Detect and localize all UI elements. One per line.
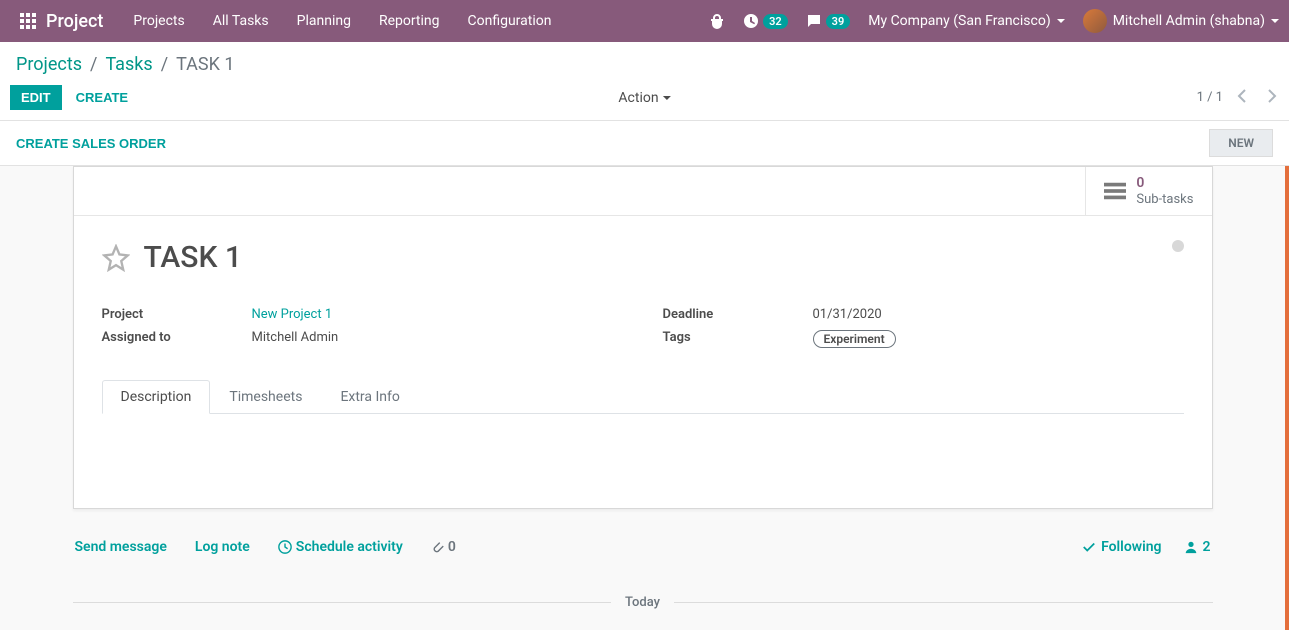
tab-extra-info[interactable]: Extra Info (321, 380, 418, 413)
activity-icon[interactable]: 32 (743, 13, 788, 29)
tab-content-description (102, 414, 1184, 484)
assigned-value: Mitchell Admin (252, 330, 339, 345)
following-button[interactable]: Following (1082, 539, 1161, 555)
pager-text[interactable]: 1 / 1 (1197, 90, 1223, 105)
breadcrumb: Projects / Tasks / TASK 1 (0, 42, 1289, 79)
top-navbar: Project Projects All Tasks Planning Repo… (0, 0, 1289, 42)
assigned-label: Assigned to (102, 330, 252, 345)
breadcrumb-tasks[interactable]: Tasks (105, 54, 152, 75)
priority-star-icon[interactable] (102, 244, 130, 272)
attachments-count: 0 (448, 539, 456, 555)
user-menu[interactable]: Mitchell Admin (shabna) (1083, 9, 1279, 33)
activity-badge: 32 (763, 14, 788, 29)
kanban-state-icon[interactable] (1172, 240, 1184, 252)
today-divider: Today (73, 595, 1213, 610)
subtasks-label: Sub-tasks (1136, 192, 1193, 208)
subtasks-icon (1104, 182, 1126, 200)
apps-icon[interactable] (10, 13, 46, 29)
chatter: Send message Log note Schedule activity … (73, 529, 1213, 610)
edit-button[interactable]: EDIT (10, 85, 62, 110)
breadcrumb-current: TASK 1 (176, 54, 234, 75)
project-label: Project (102, 307, 252, 322)
main-area: 0 Sub-tasks TASK 1 Project New Project 1 (0, 166, 1289, 630)
tab-timesheets[interactable]: Timesheets (210, 380, 321, 413)
control-panel: Projects / Tasks / TASK 1 EDIT CREATE Ac… (0, 42, 1289, 121)
debug-icon[interactable] (709, 13, 725, 29)
form-sheet: 0 Sub-tasks TASK 1 Project New Project 1 (73, 166, 1213, 509)
nav-item-projects[interactable]: Projects (133, 13, 184, 29)
action-label: Action (618, 90, 658, 106)
pager-prev-icon[interactable] (1235, 88, 1251, 108)
nav-item-all-tasks[interactable]: All Tasks (213, 13, 269, 29)
deadline-value: 01/31/2020 (813, 307, 882, 322)
task-title: TASK 1 (144, 240, 242, 275)
stage-new[interactable]: NEW (1209, 129, 1273, 157)
user-avatar (1083, 9, 1107, 33)
action-dropdown[interactable]: Action (618, 90, 670, 106)
nav-item-planning[interactable]: Planning (297, 13, 351, 29)
caret-down-icon (663, 96, 671, 100)
nav-menu: Projects All Tasks Planning Reporting Co… (133, 13, 551, 29)
subtasks-count: 0 (1136, 175, 1193, 192)
deadline-label: Deadline (663, 307, 813, 322)
messaging-badge: 39 (826, 14, 851, 29)
create-button[interactable]: CREATE (76, 90, 128, 105)
company-switcher[interactable]: My Company (San Francisco) (868, 13, 1064, 29)
tag-pill[interactable]: Experiment (813, 330, 896, 348)
schedule-activity-button[interactable]: Schedule activity (278, 539, 403, 555)
followers-button[interactable]: 2 (1184, 539, 1211, 555)
tab-description[interactable]: Description (102, 380, 211, 414)
nav-item-reporting[interactable]: Reporting (379, 13, 440, 29)
paperclip-icon (431, 540, 445, 554)
caret-down-icon (1057, 19, 1065, 23)
status-bar: CREATE SALES ORDER NEW (0, 121, 1289, 166)
pager-next-icon[interactable] (1263, 88, 1279, 108)
user-name: Mitchell Admin (shabna) (1113, 13, 1265, 29)
attachments-button[interactable]: 0 (431, 539, 456, 555)
followers-count: 2 (1203, 539, 1211, 555)
clock-icon (278, 540, 292, 554)
send-message-button[interactable]: Send message (75, 539, 167, 555)
messaging-icon[interactable]: 39 (806, 13, 851, 29)
brand-title[interactable]: Project (46, 11, 103, 32)
log-note-button[interactable]: Log note (195, 539, 250, 555)
stat-subtasks[interactable]: 0 Sub-tasks (1085, 167, 1211, 215)
check-icon (1082, 540, 1096, 554)
tags-label: Tags (663, 330, 813, 348)
today-label: Today (611, 595, 674, 610)
caret-down-icon (1271, 19, 1279, 23)
breadcrumb-projects[interactable]: Projects (16, 54, 82, 75)
company-name: My Company (San Francisco) (868, 13, 1050, 29)
create-sales-order-button[interactable]: CREATE SALES ORDER (16, 136, 166, 151)
nav-item-configuration[interactable]: Configuration (468, 13, 552, 29)
user-icon (1184, 540, 1198, 554)
project-value[interactable]: New Project 1 (252, 307, 333, 322)
task-tabs: Description Timesheets Extra Info (102, 380, 1184, 414)
